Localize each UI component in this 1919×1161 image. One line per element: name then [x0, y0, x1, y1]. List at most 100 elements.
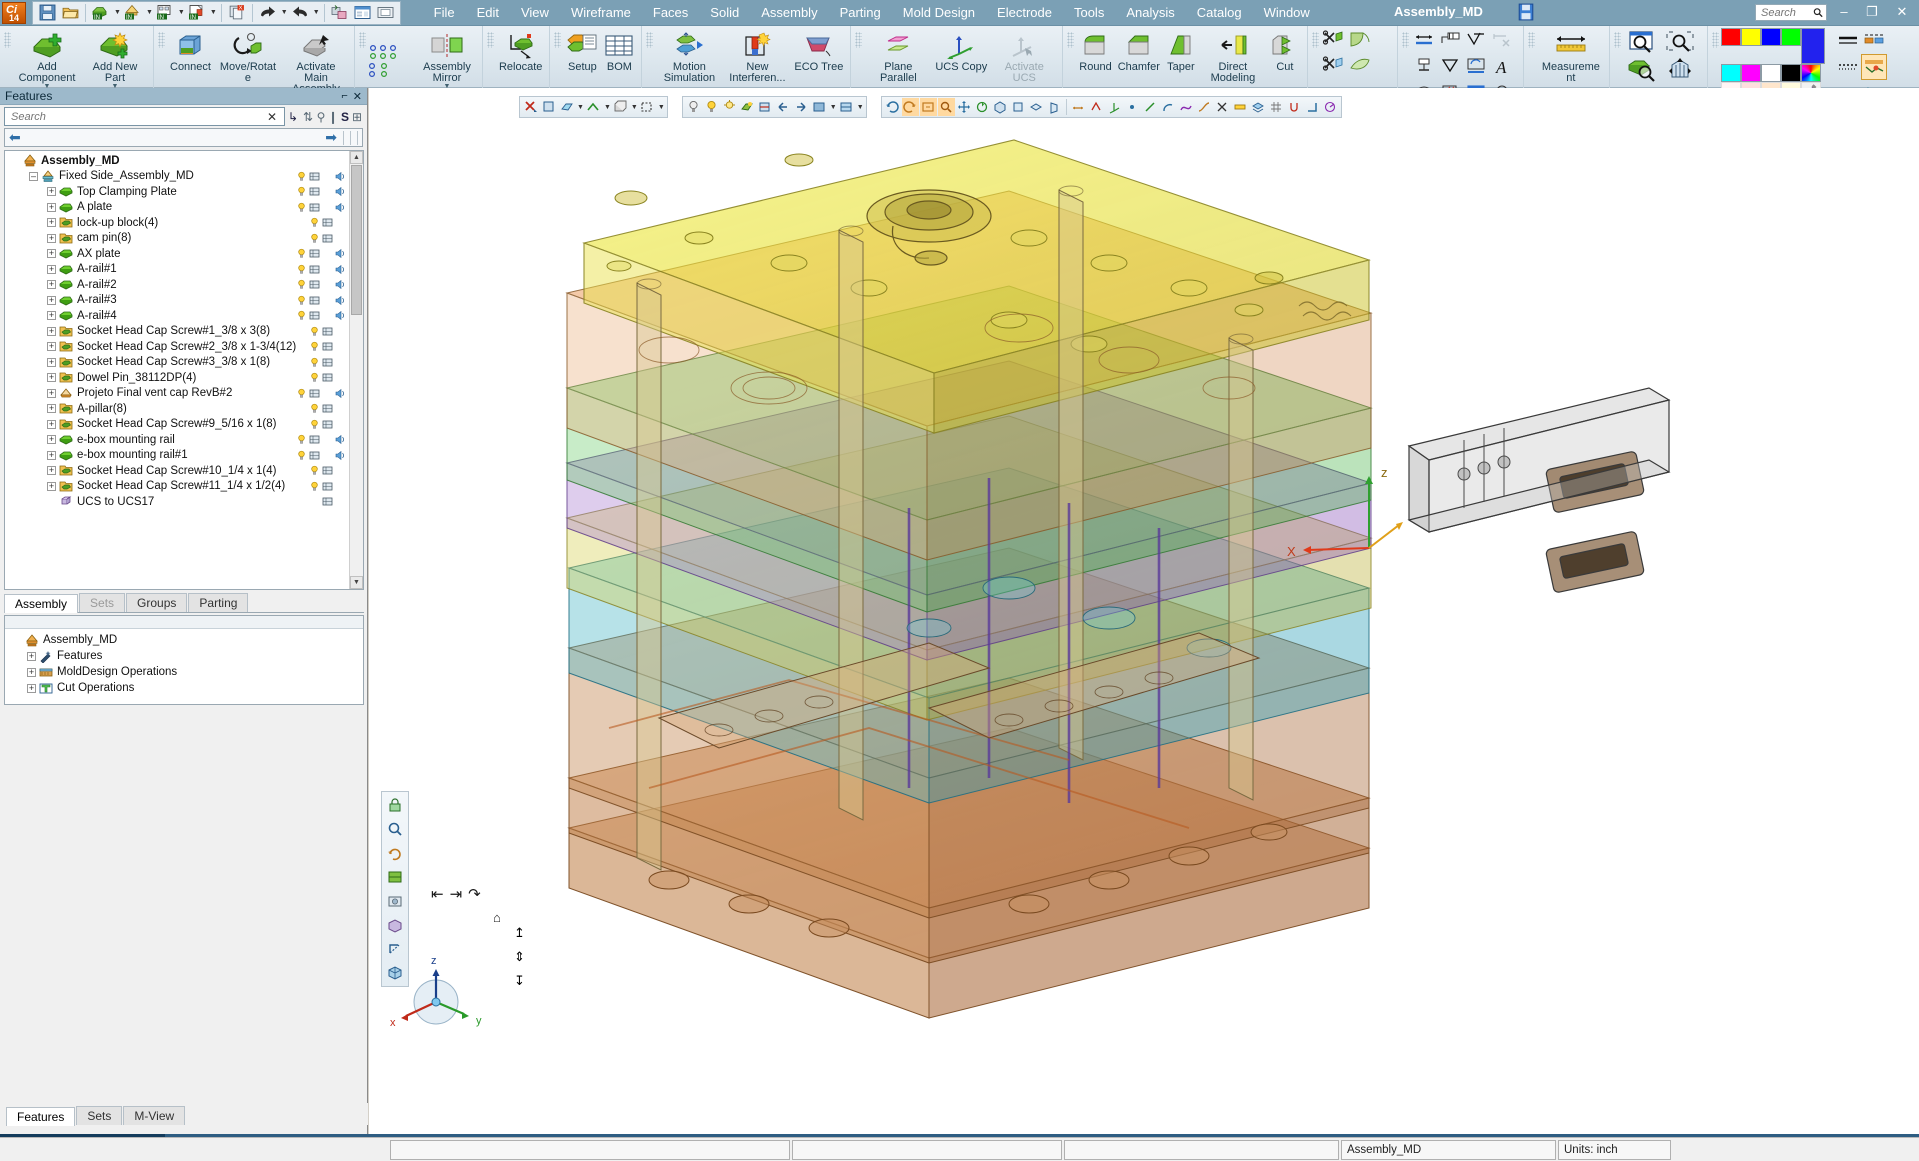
- bottom-tab-features[interactable]: Features: [6, 1107, 75, 1126]
- menu-catalog[interactable]: Catalog: [1186, 1, 1253, 24]
- section-view-icon[interactable]: [384, 914, 406, 936]
- redo-dropdown-icon[interactable]: ▼: [313, 9, 320, 16]
- group-gripper-icon[interactable]: [4, 32, 11, 48]
- close-button[interactable]: ✕: [1889, 3, 1915, 21]
- cancel-icon[interactable]: [522, 98, 539, 116]
- tree-expander[interactable]: +: [27, 684, 36, 693]
- tree-row[interactable]: +A-rail#1: [5, 262, 363, 278]
- tree-row[interactable]: +Socket Head Cap Screw#2_3/8 x 1-3/4(12): [5, 339, 363, 355]
- text-icon[interactable]: A: [1489, 54, 1515, 80]
- import-drawing-icon[interactable]: IN: [154, 2, 176, 23]
- tree-expander[interactable]: +: [47, 482, 56, 491]
- tree-scrollbar[interactable]: ▲ ▼: [349, 151, 363, 589]
- pan-right-icon[interactable]: ⇥: [450, 885, 463, 903]
- tree-expander[interactable]: +: [47, 265, 56, 274]
- surface-offset-icon[interactable]: [1347, 54, 1373, 80]
- color-swatch-magenta[interactable]: [1741, 64, 1761, 82]
- color-swatch-yellow[interactable]: [1741, 28, 1761, 46]
- tree-row[interactable]: +A-rail#2: [5, 277, 363, 293]
- next-view-icon[interactable]: [902, 98, 919, 116]
- tab-sets[interactable]: Sets: [79, 593, 125, 612]
- section-icon[interactable]: [757, 98, 774, 116]
- tree-expander[interactable]: +: [47, 420, 56, 429]
- active-state-icon[interactable]: [335, 264, 346, 275]
- group-gripper-icon[interactable]: [487, 32, 494, 48]
- new-interference-button[interactable]: New Interferen...: [723, 28, 791, 86]
- menu-file[interactable]: File: [423, 1, 466, 24]
- color-swatch-green[interactable]: [1781, 28, 1801, 46]
- zoom-reset-icon[interactable]: ⇕: [514, 949, 525, 965]
- open-icon[interactable]: [59, 2, 81, 23]
- eco-tree-button[interactable]: ECO Tree: [791, 28, 846, 75]
- tree-row[interactable]: +Socket Head Cap Screw#11_1/4 x 1/2(4): [5, 479, 363, 495]
- import-export-dropdown-icon[interactable]: ▼: [210, 9, 217, 16]
- tree-expander[interactable]: +: [47, 358, 56, 367]
- import-part-dropdown-icon[interactable]: ▼: [114, 9, 121, 16]
- rotate-ccw-icon[interactable]: ↷: [468, 885, 481, 903]
- display-mode-icon[interactable]: [309, 264, 320, 275]
- tree-row[interactable]: +Socket Head Cap Screw#1_3/8 x 3(8): [5, 324, 363, 340]
- shade-dropdown-icon[interactable]: ▼: [830, 104, 837, 111]
- display-mode-icon[interactable]: [309, 202, 320, 213]
- tree-expander[interactable]: +: [47, 435, 56, 444]
- display-mode-icon[interactable]: [322, 496, 333, 507]
- menu-tools[interactable]: Tools: [1063, 1, 1115, 24]
- save-icon[interactable]: [36, 2, 58, 23]
- search-submit-icon[interactable]: ↳: [285, 110, 301, 124]
- tree-expander[interactable]: +: [47, 249, 56, 258]
- menu-view[interactable]: View: [510, 1, 560, 24]
- visibility-bulb-icon[interactable]: [296, 295, 307, 306]
- tree-expander[interactable]: –: [29, 172, 38, 181]
- visibility-bulb-icon[interactable]: [296, 248, 307, 259]
- tab-parting[interactable]: Parting: [188, 593, 248, 612]
- visibility-bulb-icon[interactable]: [296, 434, 307, 445]
- top-icon[interactable]: [1028, 98, 1045, 116]
- display-mode-icon[interactable]: [309, 295, 320, 306]
- trim-icon[interactable]: [1214, 98, 1231, 116]
- tree-row[interactable]: +AX plate: [5, 246, 363, 262]
- arc-icon[interactable]: [1160, 98, 1177, 116]
- visibility-bulb-icon[interactable]: [309, 233, 320, 244]
- menu-faces[interactable]: Faces: [642, 1, 699, 24]
- linear-dimension-icon[interactable]: [1411, 28, 1437, 54]
- round-button[interactable]: Round: [1076, 28, 1114, 75]
- capture-icon[interactable]: [384, 890, 406, 912]
- setup-button[interactable]: Setup: [563, 28, 601, 75]
- expand-all-icon[interactable]: ⊞: [351, 110, 363, 124]
- layer-icon[interactable]: [1250, 98, 1267, 116]
- features-search-input[interactable]: [9, 110, 264, 124]
- display-mode-icon[interactable]: [309, 388, 320, 399]
- close-icon[interactable]: ✕: [353, 90, 362, 103]
- sort-asc-icon[interactable]: ⇅: [301, 110, 315, 124]
- rotate-icon[interactable]: [974, 98, 991, 116]
- import-drawing-dropdown-icon[interactable]: ▼: [178, 9, 185, 16]
- visibility-bulb-icon[interactable]: [309, 341, 320, 352]
- tree-expander[interactable]: +: [47, 466, 56, 475]
- grid-icon[interactable]: [1268, 98, 1285, 116]
- color-swatch-black[interactable]: [1781, 64, 1801, 82]
- active-state-icon[interactable]: [335, 388, 346, 399]
- filter-window-dropdown-icon[interactable]: ▼: [658, 104, 665, 111]
- measurement-button[interactable]: Measurement: [1537, 28, 1605, 86]
- surface-finish-icon[interactable]: [1463, 28, 1489, 54]
- visibility-bulb-icon[interactable]: [296, 264, 307, 275]
- bulb-on-icon[interactable]: [703, 98, 720, 116]
- search-input[interactable]: [1759, 6, 1813, 20]
- zoom-out-icon[interactable]: ↧: [514, 973, 525, 989]
- active-state-icon[interactable]: [335, 202, 346, 213]
- line-style-icon[interactable]: [1835, 28, 1861, 54]
- redo-icon[interactable]: [289, 2, 311, 23]
- active-state-icon[interactable]: [335, 310, 346, 321]
- properties-icon[interactable]: [352, 2, 374, 23]
- menu-window[interactable]: Window: [1253, 1, 1321, 24]
- filter-body-icon[interactable]: [612, 98, 629, 116]
- tree-expander[interactable]: +: [47, 451, 56, 460]
- scroll-up-icon[interactable]: ▲: [350, 151, 363, 164]
- point-icon[interactable]: [1124, 98, 1141, 116]
- tree-expander[interactable]: +: [47, 296, 56, 305]
- zoom-fit-icon[interactable]: [1661, 28, 1699, 56]
- tree-expander[interactable]: +: [47, 234, 56, 243]
- display-mode-icon[interactable]: [309, 450, 320, 461]
- filter-face-icon[interactable]: [558, 98, 575, 116]
- group-gripper-icon[interactable]: [554, 32, 561, 48]
